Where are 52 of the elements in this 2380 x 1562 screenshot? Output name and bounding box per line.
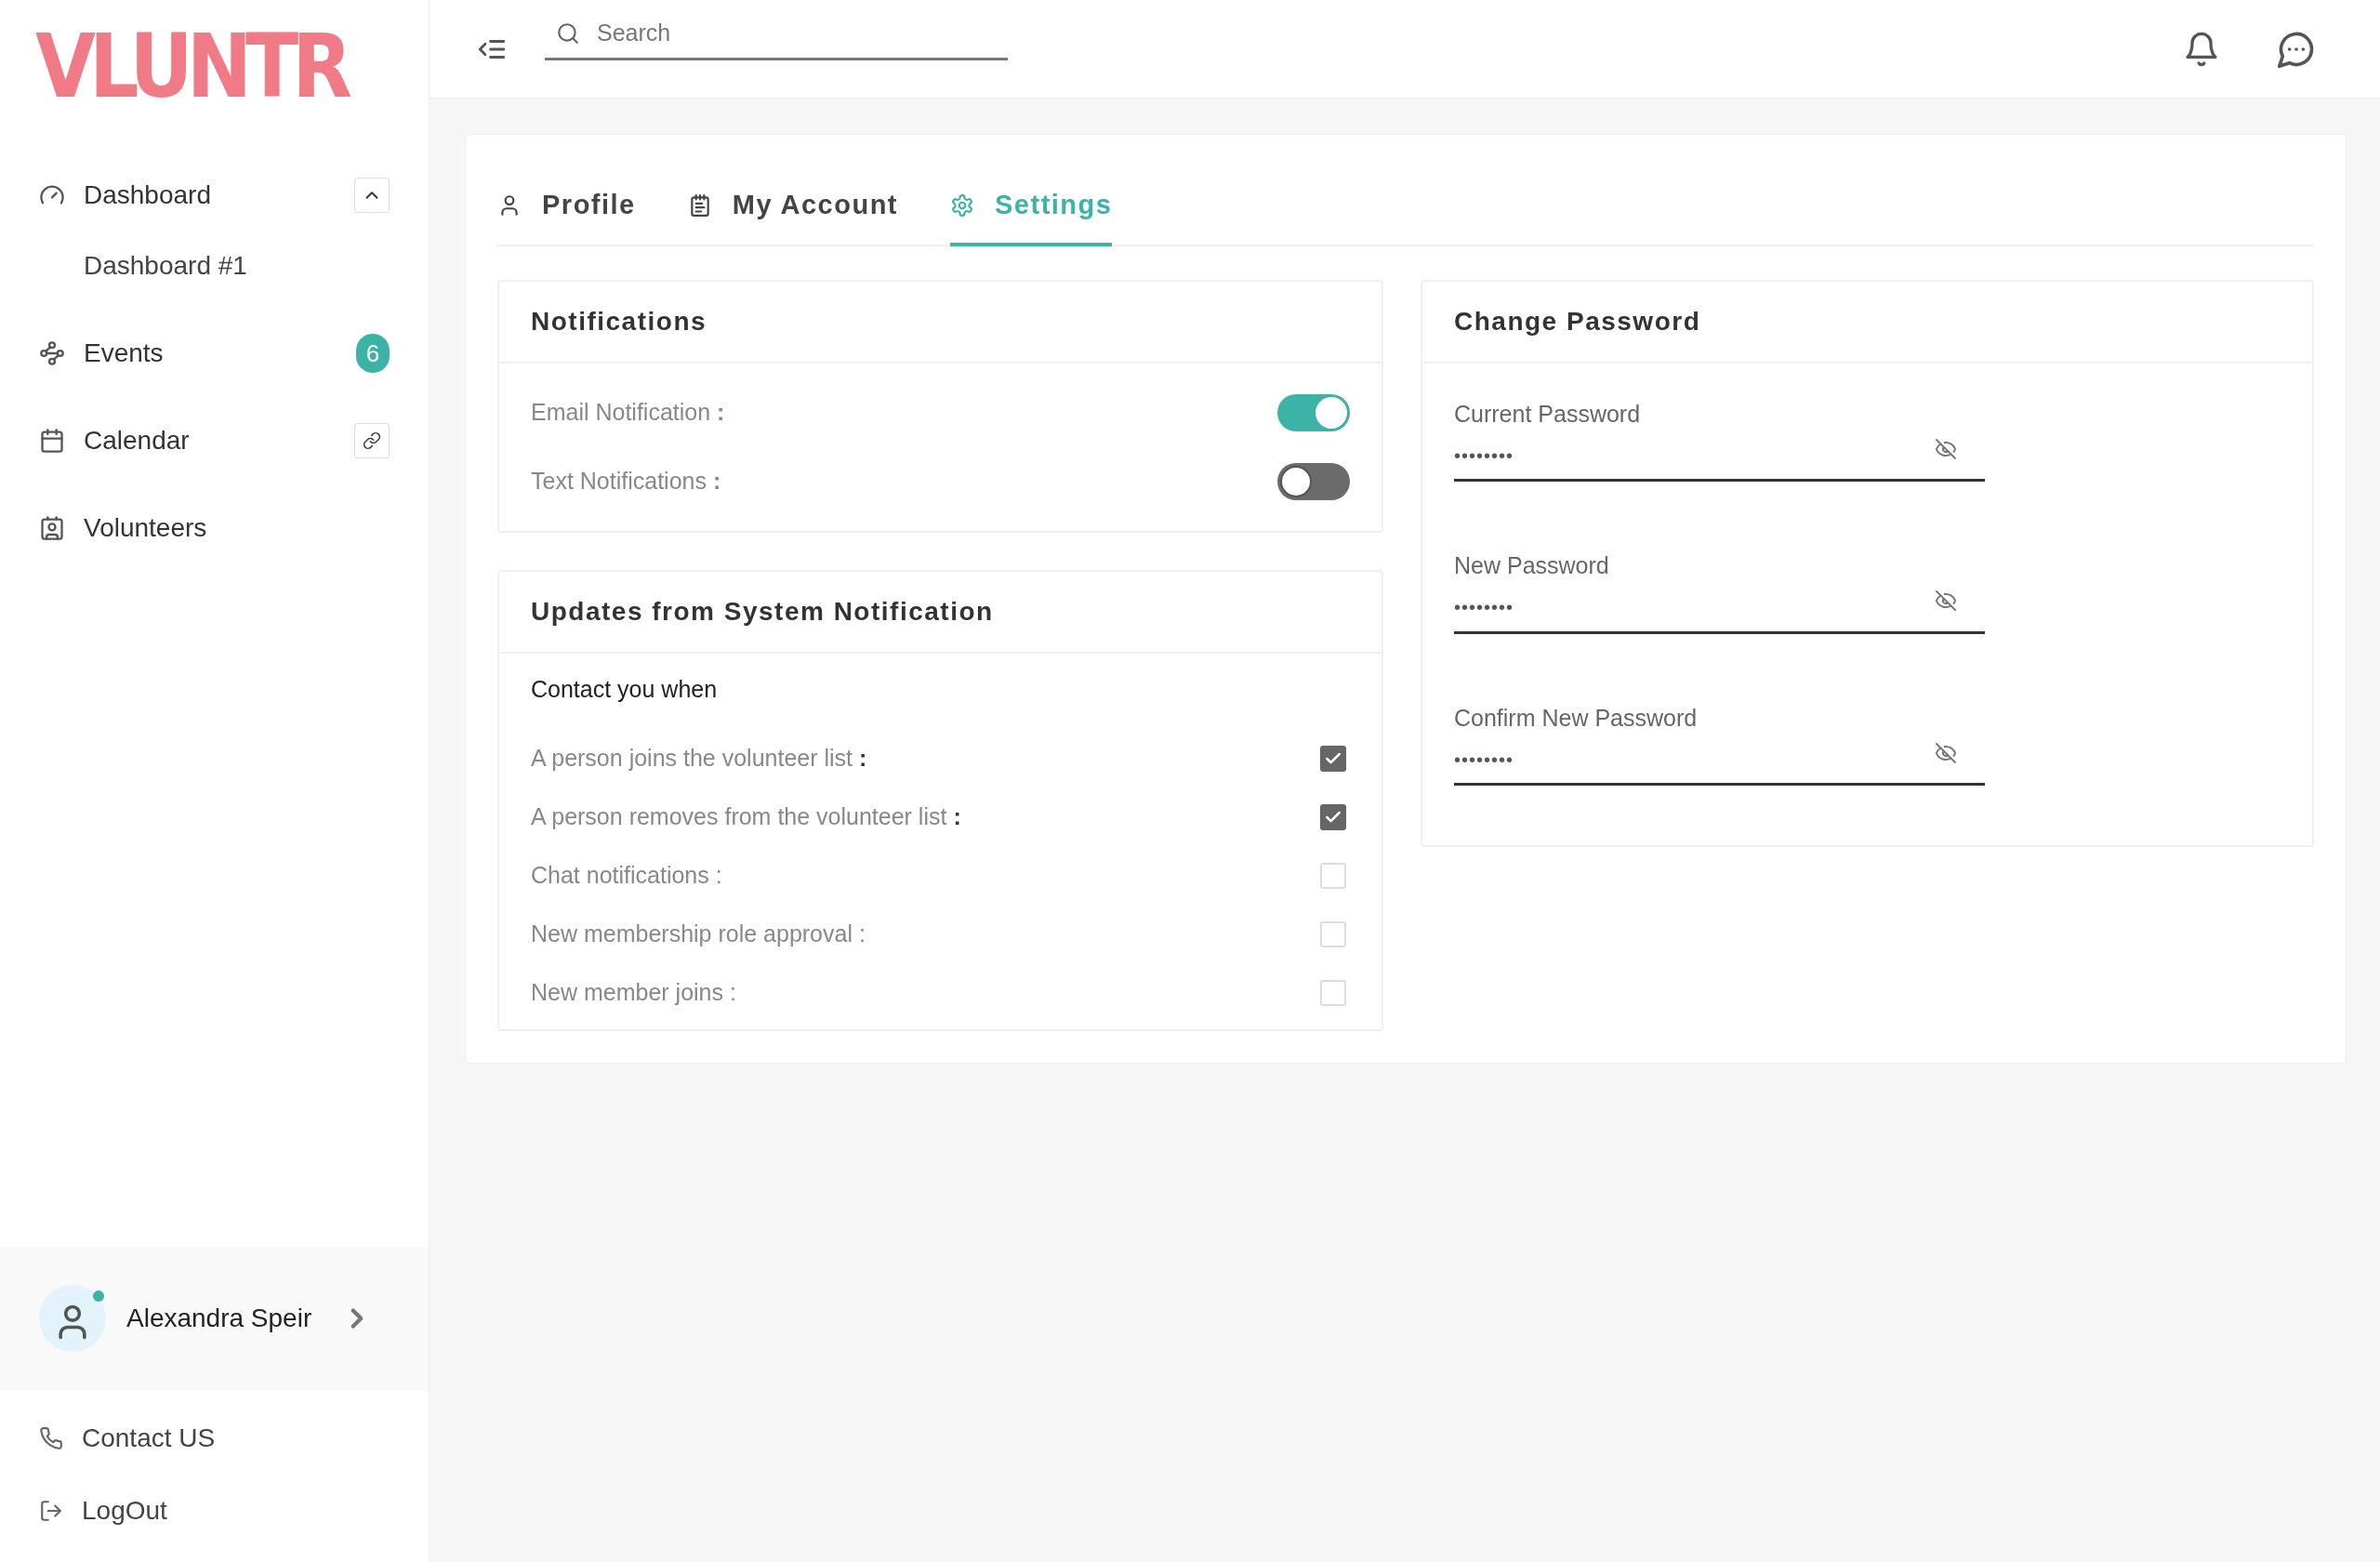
nodes-icon [39, 340, 65, 366]
eye-slash-icon[interactable] [1935, 741, 1957, 764]
logo: VLUNTR [35, 22, 347, 111]
nav-item[interactable]: Volunteers [84, 509, 207, 548]
option-label: New member joins : [531, 977, 736, 1007]
collapse-button[interactable] [354, 178, 390, 213]
tab[interactable]: Profile [497, 185, 636, 246]
field-label: Confirm New Password [1454, 703, 1699, 733]
toggle-switch[interactable] [1277, 462, 1350, 500]
settings-icon [950, 192, 975, 218]
sidebar-link[interactable]: Contact US [82, 1419, 216, 1458]
option-label: Chat notifications : [531, 860, 722, 890]
link-button[interactable] [354, 423, 390, 458]
panel-title: Change Password [1454, 305, 1701, 338]
panel-title: Notifications [531, 305, 707, 338]
notification-bell-icon[interactable] [2183, 30, 2220, 68]
nav-item[interactable]: Events [84, 334, 164, 373]
password-input[interactable]: •••••••• [1454, 745, 1935, 774]
count-badge: 6 [356, 334, 390, 373]
password-input[interactable]: •••••••• [1454, 593, 1935, 621]
password-input[interactable]: •••••••• [1454, 441, 1935, 470]
phone-icon [39, 1426, 63, 1450]
eye-slash-icon[interactable] [1935, 437, 1957, 460]
link-icon [363, 431, 381, 450]
search-icon [556, 21, 580, 46]
tab[interactable]: My Account [687, 185, 899, 246]
checkbox[interactable] [1320, 745, 1346, 772]
toggle-label: Email Notification : [531, 397, 725, 427]
option-label: A person removes from the volunteer list : [531, 801, 961, 831]
nav-item[interactable]: Calendar [84, 421, 190, 460]
checkbox[interactable] [1320, 862, 1346, 889]
checkbox[interactable] [1320, 979, 1346, 1006]
checkbox[interactable] [1320, 803, 1346, 830]
user-name: Alexandra Speir [126, 1303, 312, 1334]
user-panel[interactable]: Alexandra Speir [0, 1246, 429, 1391]
nav-item[interactable]: Dashboard [84, 176, 211, 215]
field-label: New Password [1454, 551, 1610, 580]
section-subtitle: Contact you when [531, 674, 719, 704]
checkbox[interactable] [1320, 920, 1346, 947]
search-input[interactable]: Search [597, 16, 969, 51]
toggle-switch[interactable] [1277, 393, 1350, 431]
id-card-icon [39, 515, 65, 541]
calendar-icon [39, 428, 65, 454]
sidebar-link[interactable]: LogOut [82, 1491, 167, 1530]
logout-icon [39, 1499, 63, 1523]
panel-title: Updates from System Notification [531, 595, 994, 628]
field-label: Current Password [1454, 399, 1642, 429]
option-label: New membership role approval : [531, 919, 866, 948]
nav-subitem[interactable]: Dashboard #1 [84, 246, 247, 285]
eye-slash-icon[interactable] [1935, 589, 1957, 612]
option-label: A person joins the volunteer list : [531, 743, 867, 773]
toggle-label: Text Notifications : [531, 466, 721, 496]
